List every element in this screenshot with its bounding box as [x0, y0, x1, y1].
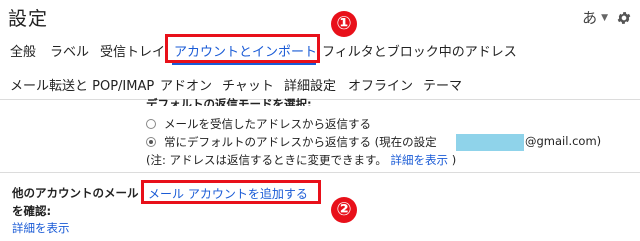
tab-inbox[interactable]: 受信トレイ [100, 41, 165, 60]
reply-mode-heading: デフォルトの返信モードを選択: [146, 97, 312, 106]
input-tools-button[interactable]: あ [582, 7, 597, 28]
reply-from-default-suffix: @gmail.com) [525, 134, 602, 148]
other-accounts-label: 他のアカウントのメール [12, 186, 139, 200]
tab-themes[interactable]: テーマ [423, 75, 462, 94]
reply-from-received-label: メールを受信したアドレスから返信する [164, 117, 371, 131]
tab-offline[interactable]: オフライン [348, 75, 413, 94]
active-tab-indicator [172, 63, 316, 65]
reply-from-received-radio[interactable] [146, 119, 156, 129]
gear-icon[interactable] [616, 10, 632, 26]
tab-advanced[interactable]: 詳細設定 [284, 75, 336, 94]
reply-note-close: ) [451, 153, 457, 167]
tab-labels[interactable]: ラベル [50, 41, 89, 60]
other-accounts-label-line2: を確認: [12, 204, 52, 218]
annotation-marker-2: ② [331, 197, 357, 223]
tab-chat[interactable]: チャット [222, 75, 274, 94]
scrolled-link-fragment: ▁▁▁▁▁ [8, 96, 68, 102]
reply-mode-note: (注: アドレスは返信するときに変更できます。 詳細を表示 ) [146, 152, 456, 168]
reply-note-text: (注: アドレスは返信するときに変更できます。 [146, 153, 387, 167]
header-tools: あ ▼ [582, 7, 632, 28]
section-divider [0, 172, 640, 173]
tab-addons[interactable]: アドオン [160, 75, 212, 94]
reply-note-details-link[interactable]: 詳細を表示 [391, 153, 449, 167]
masked-email [456, 134, 524, 151]
reply-from-default-label: 常にデフォルトのアドレスから返信する (現在の設定 [164, 135, 437, 149]
tab-general[interactable]: 全般 [10, 41, 36, 60]
annotation-box-2 [141, 180, 321, 204]
other-accounts-details-link[interactable]: 詳細を表示 [12, 220, 70, 236]
tabs-divider [0, 99, 640, 100]
reply-from-default-radio[interactable] [146, 137, 156, 147]
chevron-down-icon[interactable]: ▼ [601, 13, 608, 23]
page-title: 設定 [8, 8, 49, 30]
tab-filters-and-blocked[interactable]: フィルタとブロック中のアドレス [322, 41, 517, 60]
tab-forwarding-pop-imap[interactable]: メール転送と POP/IMAP [10, 75, 154, 94]
settings-tabs-row-2: メール転送と POP/IMAP アドオン チャット 詳細設定 オフライン テーマ [0, 69, 640, 99]
settings-tabs-row-1: 全般 ラベル 受信トレイ アカウントとインポート フィルタとブロック中のアドレス [0, 31, 640, 65]
annotation-box-1 [165, 34, 320, 63]
